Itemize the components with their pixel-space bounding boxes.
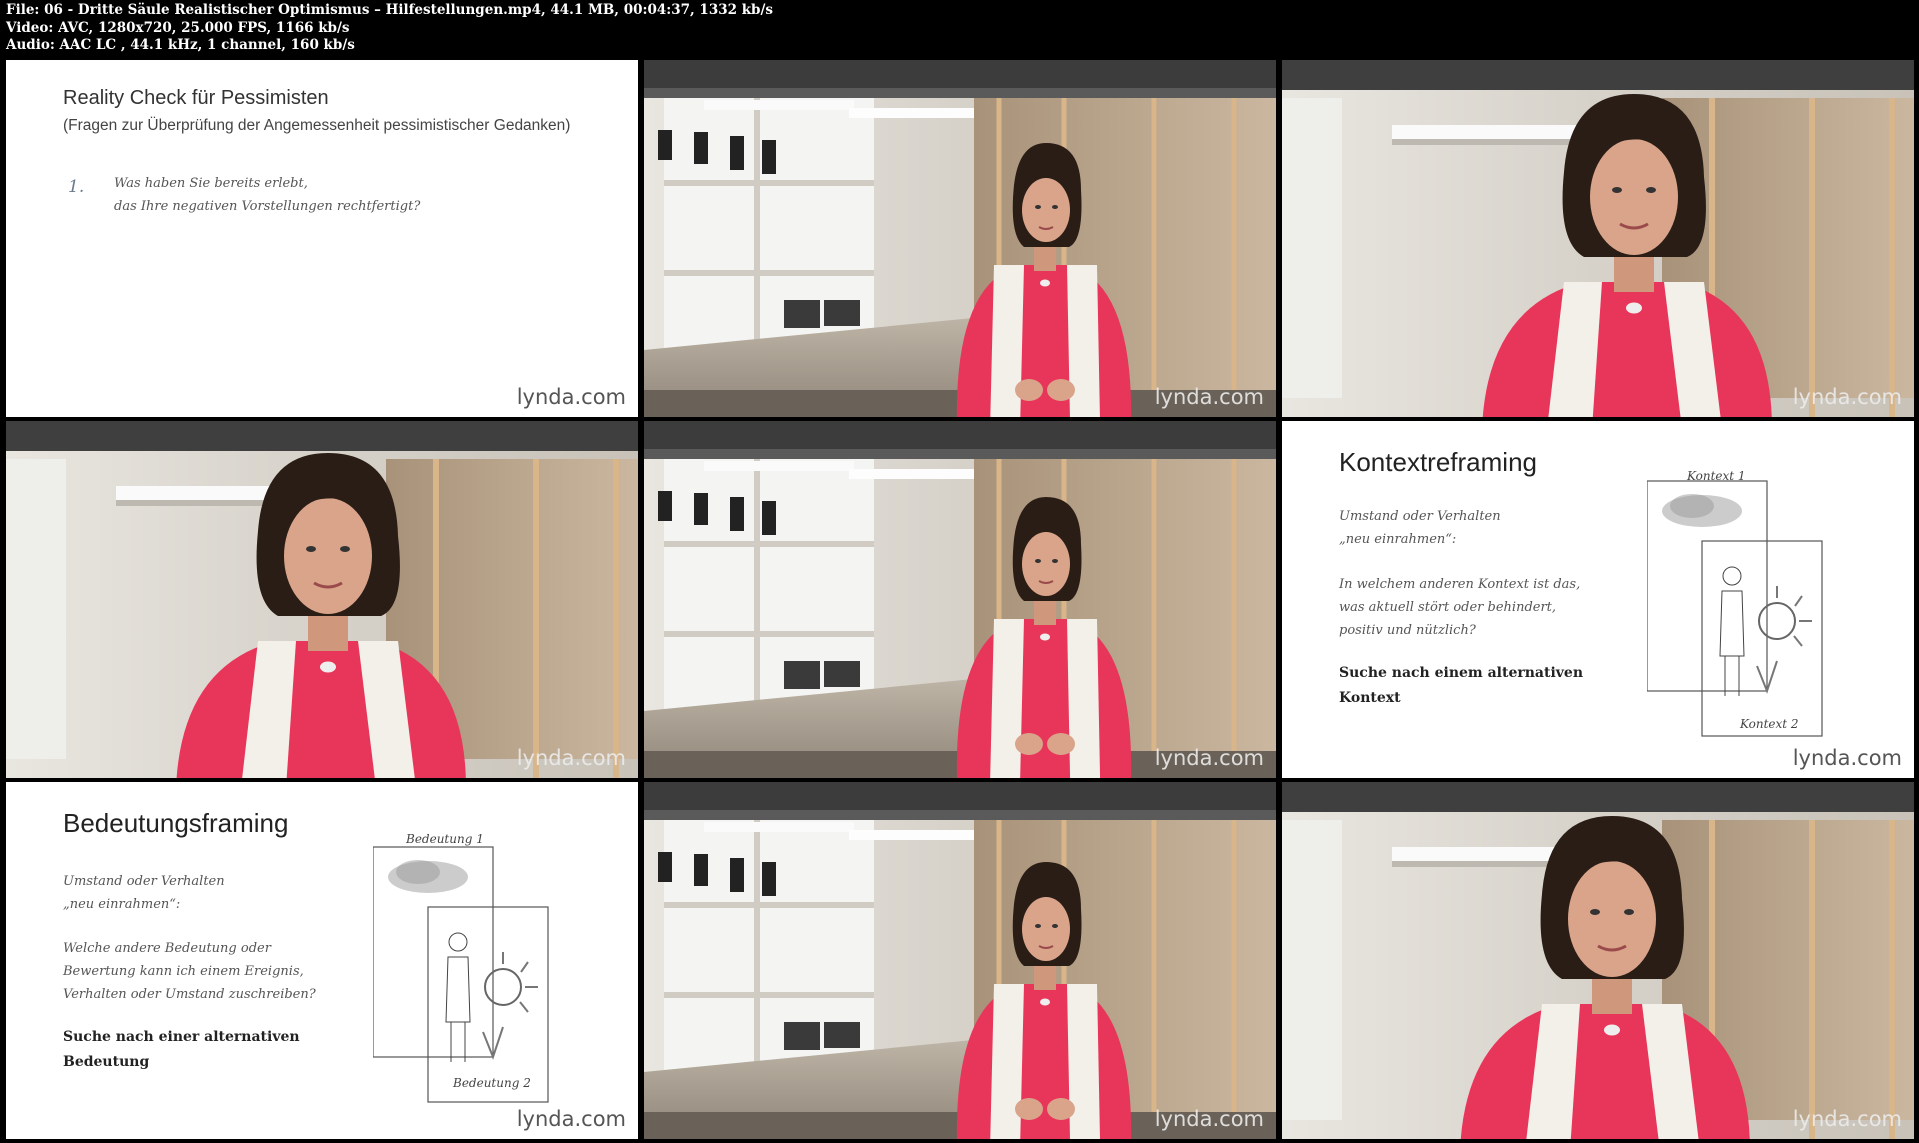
paragraph: Umstand oder Verhalten „neu einrahmen“: bbox=[1339, 505, 1501, 551]
bold-statement: Suche nach einem alternativen Kontext bbox=[1339, 661, 1583, 711]
text-line: Suche nach einer alternativen bbox=[63, 1029, 300, 1045]
tile-bedeutungsframing-slide: Bedeutungsframing Umstand oder Verhalten… bbox=[6, 782, 638, 1139]
office-scene bbox=[1282, 60, 1914, 417]
text-line: was aktuell stört oder behindert, bbox=[1339, 600, 1557, 615]
text-line: Umstand oder Verhalten bbox=[63, 874, 225, 889]
office-scene bbox=[644, 421, 1276, 778]
sketch-label-top: Bedeutung 1 bbox=[406, 832, 484, 846]
office-scene bbox=[1282, 782, 1914, 1139]
file-line: File: 06 - Dritte Säule Realistischer Op… bbox=[6, 2, 774, 18]
lynda-logo: lynda.com bbox=[516, 746, 626, 770]
paragraph: In welchem anderen Kontext ist das, was … bbox=[1339, 573, 1580, 642]
tile-kontextreframing-slide: Kontextreframing Umstand oder Verhalten … bbox=[1282, 421, 1914, 778]
lynda-logo: lynda.com bbox=[1154, 385, 1264, 409]
lynda-logo: lynda.com bbox=[1154, 746, 1264, 770]
list-number: 1. bbox=[68, 177, 85, 197]
lynda-logo: lynda.com bbox=[1792, 385, 1902, 409]
bold-statement: Suche nach einer alternativen Bedeutung bbox=[63, 1025, 300, 1075]
lynda-logo: lynda.com bbox=[1792, 746, 1902, 770]
paragraph: Umstand oder Verhalten „neu einrahmen“: bbox=[63, 870, 225, 916]
question-line: das Ihre negativen Vorstellungen rechtfe… bbox=[114, 199, 421, 214]
lynda-logo: lynda.com bbox=[1792, 1107, 1902, 1131]
text-line: „neu einrahmen“: bbox=[63, 897, 181, 912]
tile-video-wide: lynda.com bbox=[644, 60, 1276, 417]
text-line: Welche andere Bedeutung oder bbox=[63, 941, 271, 956]
text-line: „neu einrahmen“: bbox=[1339, 532, 1457, 547]
question-text: Was haben Sie bereits erlebt, das Ihre n… bbox=[114, 172, 420, 218]
sketch-label-bottom: Bedeutung 2 bbox=[453, 1076, 531, 1090]
paragraph: Welche andere Bedeutung oder Bewertung k… bbox=[63, 937, 316, 1006]
text-line: Bewertung kann ich einem Ereignis, bbox=[63, 964, 304, 979]
audio-line: Audio: AAC LC , 44.1 kHz, 1 channel, 160… bbox=[6, 37, 355, 53]
text-line: Bedeutung bbox=[63, 1054, 150, 1070]
text-line: Kontext bbox=[1339, 690, 1401, 706]
tile-video-close: lynda.com bbox=[6, 421, 638, 778]
slide-title: Kontextreframing bbox=[1339, 447, 1537, 477]
sketch-label-bottom: Kontext 2 bbox=[1740, 717, 1799, 731]
slide-title: Reality Check für Pessimisten bbox=[63, 87, 329, 109]
tile-video-close: lynda.com bbox=[1282, 60, 1914, 417]
sketch-illustration bbox=[1647, 480, 1823, 737]
slide-title: Bedeutungsframing bbox=[63, 808, 289, 838]
file-info-header: File: 06 - Dritte Säule Realistischer Op… bbox=[6, 2, 1906, 55]
lynda-logo: lynda.com bbox=[516, 385, 626, 409]
tile-video-close: lynda.com bbox=[1282, 782, 1914, 1139]
text-line: Suche nach einem alternativen bbox=[1339, 665, 1583, 681]
text-line: Verhalten oder Umstand zuschreiben? bbox=[63, 987, 316, 1002]
sketch-label-top: Kontext 1 bbox=[1687, 469, 1746, 483]
office-scene bbox=[6, 421, 638, 778]
text-line: Umstand oder Verhalten bbox=[1339, 509, 1501, 524]
video-line: Video: AVC, 1280x720, 25.000 FPS, 1166 k… bbox=[6, 19, 350, 36]
tile-video-wide: lynda.com bbox=[644, 782, 1276, 1139]
lynda-logo: lynda.com bbox=[516, 1107, 626, 1131]
office-scene bbox=[644, 60, 1276, 417]
office-scene bbox=[644, 782, 1276, 1139]
text-line: In welchem anderen Kontext ist das, bbox=[1339, 577, 1581, 592]
tile-reality-check-slide: Reality Check für Pessimisten (Fragen zu… bbox=[6, 60, 638, 417]
lynda-logo: lynda.com bbox=[1154, 1107, 1264, 1131]
text-line: positiv und nützlich? bbox=[1339, 623, 1476, 638]
slide-subtitle: (Fragen zur Überprüfung der Angemessenhe… bbox=[63, 117, 571, 134]
question-line: Was haben Sie bereits erlebt, bbox=[114, 176, 308, 191]
tile-video-wide: lynda.com bbox=[644, 421, 1276, 778]
